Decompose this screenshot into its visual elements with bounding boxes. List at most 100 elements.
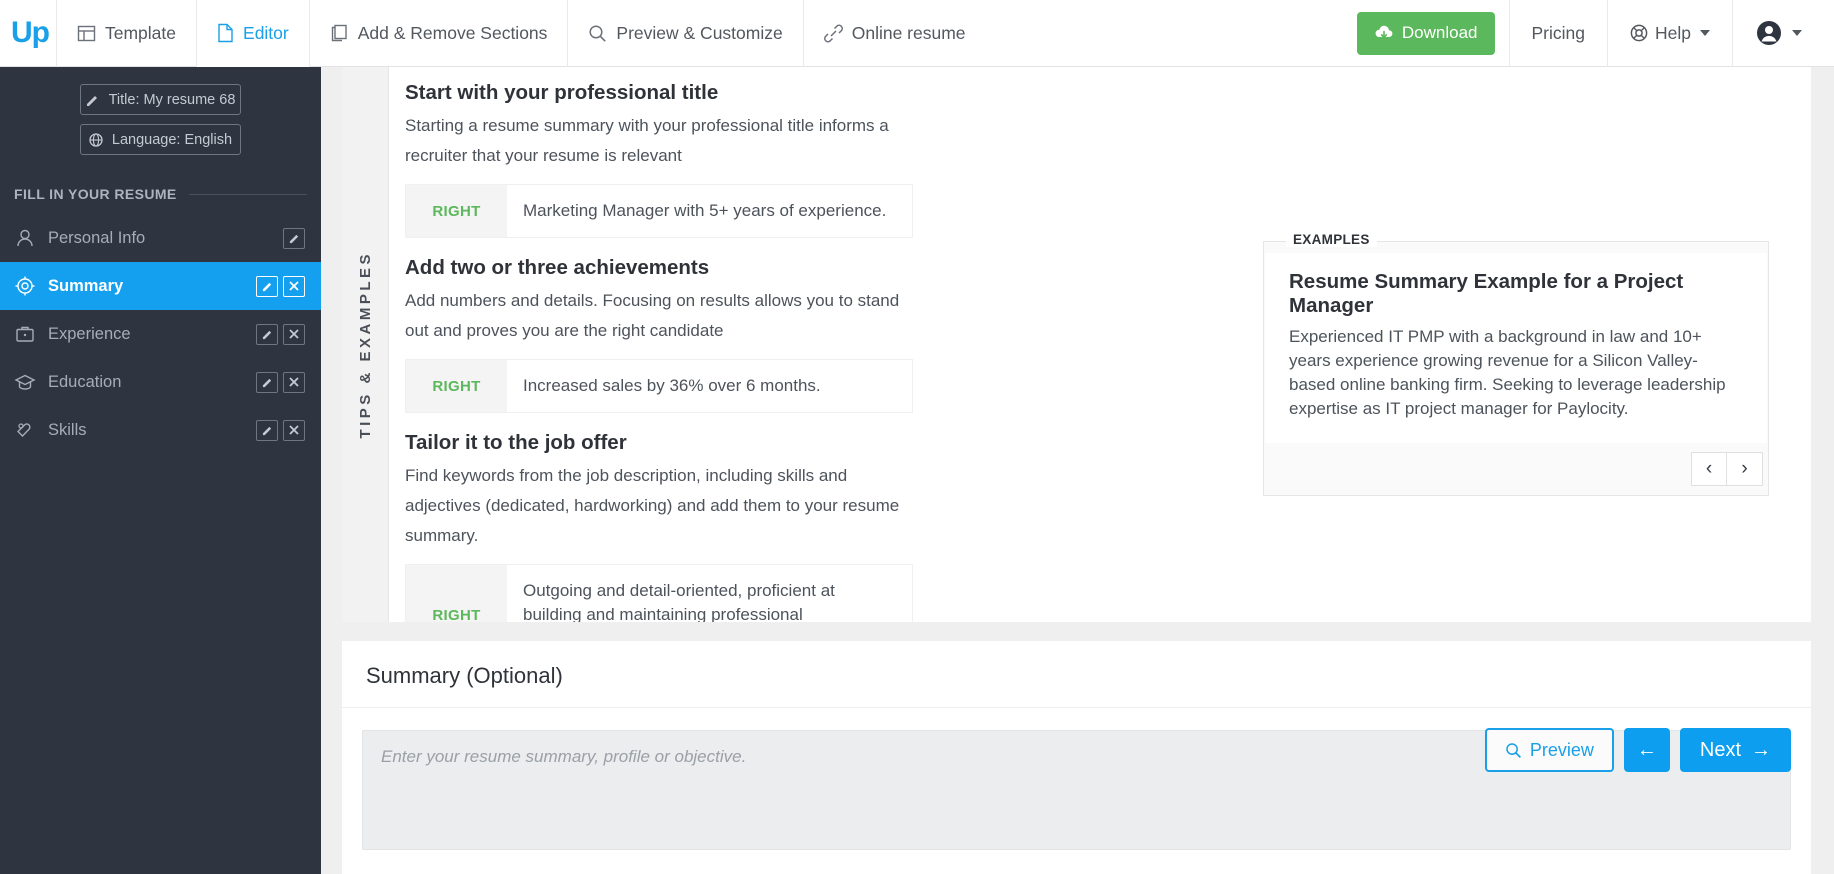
briefcase-icon [14,323,48,345]
preview-button[interactable]: Preview [1484,728,1614,772]
example-text: Experienced IT PMP with a background in … [1289,327,1726,418]
nav-item-online-resume[interactable]: Online resume [802,0,986,67]
sidebar-item-actions [256,275,305,297]
resume-title-button[interactable]: Title: My resume 68 [80,84,241,115]
example-title: Resume Summary Example for a Project Man… [1289,270,1684,317]
chevron-right-icon[interactable]: › [1727,452,1763,486]
edit-skills-button[interactable] [256,419,278,441]
sidebar-item-education-label: Education [48,372,122,391]
remove-education-button[interactable] [283,371,305,393]
sidebar-item-actions [256,419,305,441]
next-button-label: Next [1699,738,1741,761]
sidebar-item-personal-info[interactable]: Personal Info [0,214,321,262]
resume-title-label: Title: My resume 68 [108,91,236,108]
download-button[interactable]: Download [1356,11,1495,55]
back-button[interactable]: ← [1623,728,1670,772]
cloud-download-icon [1374,25,1394,41]
sidebar-item-personal-info-label: Personal Info [48,228,146,247]
tip-example-text: Marketing Manager with 5+ years of exper… [507,185,912,237]
examples-legend: EXAMPLES [1286,232,1377,247]
search-icon [1505,742,1522,759]
nav-link-help-label: Help [1655,22,1691,43]
summary-form-header: Summary (Optional) [342,641,1811,708]
nav-item-online-resume-label: Online resume [851,22,966,43]
page-title: Summary (Optional) [366,663,563,688]
top-navigation-bar: Up Template Editor Add & Remove Sections [0,0,1834,67]
form-actions: Preview ← Next → [1484,728,1791,772]
app-logo[interactable]: Up [0,16,56,50]
tip-example-box: RIGHT Outgoing and detail-oriented, prof… [405,564,913,622]
sidebar-item-actions [256,323,305,345]
sidebar-item-summary[interactable]: Summary [0,262,321,310]
sidebar-section-label: FILL IN YOUR RESUME [14,186,177,202]
chevron-left-icon[interactable]: ‹ [1691,452,1727,486]
remove-skills-button[interactable] [283,419,305,441]
sidebar: Title: My resume 68 Language: English FI… [0,67,321,874]
main-content: TIPS & EXAMPLES Start with your professi… [321,67,1834,874]
sidebar-item-experience-label: Experience [48,324,131,343]
nav-item-template-label: Template [105,22,177,43]
copy-icon [330,23,349,43]
tips-rail-label: TIPS & EXAMPLES [356,250,374,439]
tip-example-box: RIGHT Marketing Manager with 5+ years of… [405,184,913,238]
edit-education-button[interactable] [256,371,278,393]
nav-item-template[interactable]: Template [56,0,196,67]
globe-icon [89,132,103,147]
nav-right-group: Download Pricing Help [1356,0,1834,67]
arrow-right-icon: → [1751,738,1771,761]
graduation-cap-icon [14,371,48,393]
app-root: Up Template Editor Add & Remove Sections [0,0,1834,874]
tip-example-text: Increased sales by 36% over 6 months. [507,360,912,412]
tip-text: Starting a resume summary with your prof… [405,116,889,165]
examples-content: Resume Summary Example for a Project Man… [1265,253,1767,443]
person-icon [14,227,48,249]
remove-summary-button[interactable] [283,275,305,297]
nav-item-add-remove-sections-label: Add & Remove Sections [357,22,548,43]
examples-card: EXAMPLES Resume Summary Example for a Pr… [1263,232,1769,496]
examples-area: EXAMPLES Resume Summary Example for a Pr… [979,81,1811,622]
tip-heading: Start with your professional title [405,81,719,104]
edit-experience-button[interactable] [256,323,278,345]
nav-link-pricing[interactable]: Pricing [1508,0,1608,67]
sidebar-item-summary-label: Summary [48,276,124,295]
examples-pager: ‹ › [1264,443,1768,495]
right-tag: RIGHT [432,377,481,395]
target-icon [14,275,48,297]
tips-panel: TIPS & EXAMPLES Start with your professi… [342,67,1811,622]
right-tag: RIGHT [432,606,481,623]
next-button[interactable]: Next → [1679,728,1791,772]
tips-rail: TIPS & EXAMPLES [342,67,389,622]
lifebuoy-icon [1630,24,1648,42]
main-nav-items: Template Editor Add & Remove Sections Pr… [56,0,1357,67]
sidebar-item-skills-label: Skills [48,420,87,439]
nav-link-pricing-label: Pricing [1531,22,1586,43]
tip-text: Add numbers and details. Focusing on res… [405,291,900,340]
nav-item-preview-customize[interactable]: Preview & Customize [567,0,802,67]
account-menu[interactable] [1732,0,1824,67]
summary-form-card: Summary (Optional) Preview ← Next [342,641,1811,874]
sidebar-item-actions [256,371,305,393]
tag-heart-icon [14,419,48,441]
sidebar-item-experience[interactable]: Experience [0,310,321,358]
sidebar-item-skills[interactable]: Skills [0,406,321,454]
edit-summary-button[interactable] [256,275,278,297]
sidebar-item-education[interactable]: Education [0,358,321,406]
nav-item-add-remove-sections[interactable]: Add & Remove Sections [308,0,568,67]
tips-body: Start with your professional title Start… [389,67,1811,622]
section-divider [188,193,307,195]
tip-text: Find keywords from the job description, … [405,466,900,545]
user-avatar-icon [1755,19,1783,47]
download-button-label: Download [1401,23,1478,42]
nav-link-help[interactable]: Help [1607,0,1732,67]
tips-list: Start with your professional title Start… [389,81,979,622]
remove-experience-button[interactable] [283,323,305,345]
tip-entry: Add two or three achievements Add number… [405,256,979,413]
sidebar-section-header: FILL IN YOUR RESUME [0,186,321,202]
chevron-down-icon [1792,30,1802,36]
language-button[interactable]: Language: English [80,124,241,155]
document-icon [217,23,234,43]
arrow-left-icon: ← [1636,738,1657,761]
nav-item-editor[interactable]: Editor [196,0,309,67]
edit-personal-info-button[interactable] [283,227,305,249]
nav-item-preview-customize-label: Preview & Customize [616,22,783,43]
